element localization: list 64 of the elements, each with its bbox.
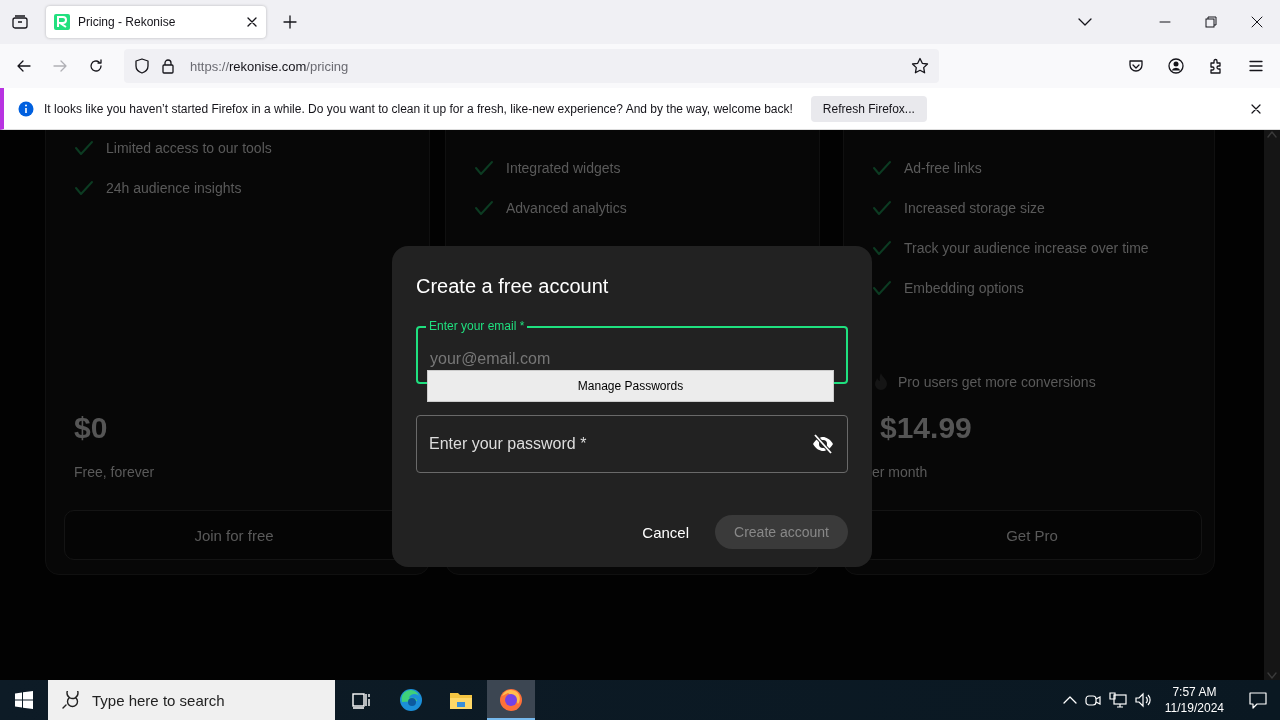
- feature-text: 24h audience insights: [106, 180, 242, 196]
- address-bar[interactable]: https://rekonise.com/pricing: [124, 49, 939, 83]
- plan-period: Free, forever: [74, 463, 156, 482]
- rekonise-logo-icon: [54, 14, 70, 30]
- task-view-icon: [351, 690, 371, 710]
- menu-icon: [1248, 58, 1264, 74]
- pocket-icon: [1128, 58, 1144, 74]
- plan-price: $14.99: [880, 410, 973, 446]
- check-icon: [74, 178, 94, 198]
- cancel-button[interactable]: Cancel: [636, 517, 696, 547]
- camera-icon: [1084, 692, 1101, 708]
- check-icon: [474, 198, 494, 218]
- feature-text: Embedding options: [904, 280, 1024, 296]
- promo-text: Pro users get more conversions: [898, 374, 1096, 390]
- plan-price: $0: [74, 410, 109, 446]
- network-icon: [1108, 692, 1127, 708]
- eye-slash-icon: [811, 432, 835, 456]
- check-icon: [872, 198, 892, 218]
- check-icon: [474, 158, 494, 178]
- windows-icon: [15, 691, 33, 709]
- edge-icon: [398, 687, 424, 713]
- taskbar-app[interactable]: [487, 680, 535, 720]
- feature-text: Advanced analytics: [506, 200, 627, 216]
- check-icon: [872, 158, 892, 178]
- shield-icon: [134, 58, 150, 74]
- taskbar-search[interactable]: Type here to search: [48, 680, 335, 720]
- scroll-up-icon: [1267, 130, 1277, 138]
- check-icon: [74, 138, 94, 158]
- password-field[interactable]: Enter your password *: [416, 415, 848, 473]
- email-input[interactable]: your@email.com: [430, 350, 834, 368]
- refresh-button[interactable]: Refresh Firefox...: [810, 95, 927, 122]
- puzzle-icon: [1208, 58, 1224, 74]
- browser-tab[interactable]: Pricing - Rekonise: [46, 6, 266, 38]
- feature-text: Ad-free links: [904, 160, 982, 176]
- new-tab-icon: [283, 15, 297, 29]
- feature-text: Track your audience increase over time: [904, 240, 1149, 256]
- flame-icon: [872, 372, 890, 392]
- scroll-down-icon: [1267, 672, 1277, 680]
- close-icon: [1251, 16, 1263, 28]
- scrollbar[interactable]: [1264, 130, 1280, 680]
- tab-list-icon: [11, 13, 29, 31]
- bookmark-star-icon: [911, 57, 929, 75]
- check-icon: [872, 278, 892, 298]
- back-icon: [16, 58, 32, 74]
- autocomplete-popup[interactable]: Manage Passwords: [427, 370, 834, 402]
- feature-text: Increased storage size: [904, 200, 1045, 216]
- forward-icon: [52, 58, 68, 74]
- notification-message: It looks like you haven’t started Firefox in a while. Do you want to clean it up for a fresh, like-new experience? And by the way, welcome back!: [44, 101, 793, 116]
- restore-icon: [1205, 16, 1217, 28]
- plan-period: er month: [872, 463, 929, 482]
- account-icon: [1168, 58, 1184, 74]
- close-icon: [246, 16, 258, 28]
- notification-icon: [1248, 690, 1268, 710]
- feature-text: Integrated widgets: [506, 160, 621, 176]
- feature-text: Limited access to our tools: [106, 140, 272, 156]
- lock-icon: [160, 58, 176, 74]
- info-icon: [18, 100, 34, 117]
- reload-icon: [88, 58, 104, 74]
- volume-icon: [1134, 692, 1153, 708]
- dialog-title: Create a free account: [416, 274, 610, 299]
- close-icon: [1250, 102, 1262, 115]
- check-icon: [872, 238, 892, 258]
- taskbar-clock[interactable]: 7:57 AM 11/19/2024: [1164, 684, 1224, 716]
- firefox-icon: [498, 686, 524, 712]
